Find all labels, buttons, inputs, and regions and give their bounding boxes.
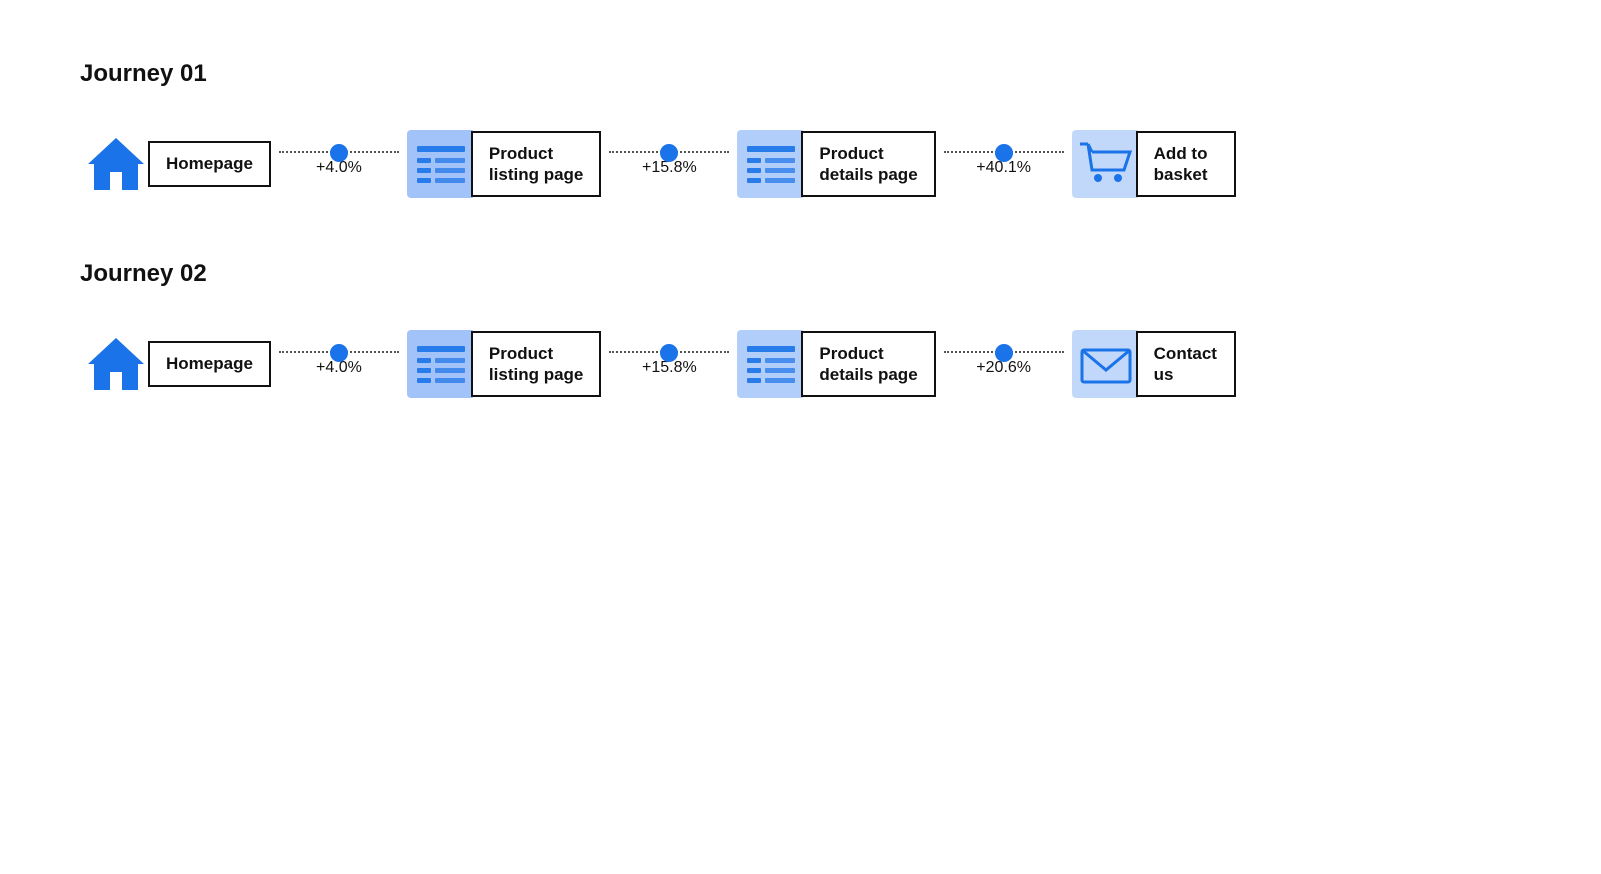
dotted-line: [944, 351, 1064, 353]
step-label-product-listing-2: Product listing page: [471, 331, 601, 398]
cart-icon-add-to-basket: [1072, 130, 1140, 198]
main-container: Journey 01 Homepage +4.0% Product listing…: [0, 0, 1601, 520]
step-homepage-2: Homepage: [80, 328, 271, 400]
step-label-add-to-basket: Add to basket: [1136, 131, 1236, 198]
connector-0-journey-01: +4.0%: [279, 151, 399, 177]
list-icon-product-details-1: [737, 130, 805, 198]
dotted-line: [609, 351, 729, 353]
list-icon-product-listing-2: [407, 330, 475, 398]
dot-line: [944, 351, 1064, 353]
home-icon-homepage-2: [80, 328, 152, 400]
connector-dot: [330, 144, 348, 162]
connector-dot: [660, 344, 678, 362]
journey-02-flow: Homepage +4.0% Product listing page +15.8%…: [80, 328, 1521, 400]
connector-2-journey-01: +40.1%: [944, 151, 1064, 177]
step-label-homepage-2: Homepage: [148, 341, 271, 386]
dot-line: [279, 351, 399, 353]
connector-dot: [330, 344, 348, 362]
dotted-line: [279, 151, 399, 153]
step-label-product-details-1: Product details page: [801, 131, 935, 198]
dotted-line: [609, 151, 729, 153]
step-homepage: Homepage: [80, 128, 271, 200]
step-label-product-details-2: Product details page: [801, 331, 935, 398]
step-product-details-2: Product details page: [737, 330, 935, 398]
dotted-line: [279, 351, 399, 353]
step-label-product-listing-1: Product listing page: [471, 131, 601, 198]
dot-line: [609, 151, 729, 153]
dotted-line: [944, 151, 1064, 153]
dot-line: [279, 151, 399, 153]
step-label-homepage: Homepage: [148, 141, 271, 186]
step-add-to-basket: Add to basket: [1072, 130, 1236, 198]
list-icon-product-listing-1: [407, 130, 475, 198]
connector-dot: [995, 144, 1013, 162]
step-product-listing-2: Product listing page: [407, 330, 601, 398]
dot-line: [609, 351, 729, 353]
dot-line: [944, 151, 1064, 153]
connector-1-journey-02: +15.8%: [609, 351, 729, 377]
envelope-icon-contact-us: [1072, 330, 1140, 398]
journey-01-flow: Homepage +4.0% Product listing page +15.8%…: [80, 128, 1521, 200]
step-product-details-1: Product details page: [737, 130, 935, 198]
connector-2-journey-02: +20.6%: [944, 351, 1064, 377]
connector-dot: [995, 344, 1013, 362]
step-contact-us: Contact us: [1072, 330, 1236, 398]
journey-02: Journey 02 Homepage +4.0% Product listing…: [80, 260, 1521, 400]
step-product-listing-1: Product listing page: [407, 130, 601, 198]
step-label-contact-us: Contact us: [1136, 331, 1236, 398]
journey-02-title: Journey 02: [80, 260, 1521, 288]
list-icon-product-details-2: [737, 330, 805, 398]
journey-01-title: Journey 01: [80, 60, 1521, 88]
home-icon-homepage: [80, 128, 152, 200]
connector-1-journey-01: +15.8%: [609, 151, 729, 177]
connector-dot: [660, 144, 678, 162]
journey-01: Journey 01 Homepage +4.0% Product listing…: [80, 60, 1521, 200]
connector-0-journey-02: +4.0%: [279, 351, 399, 377]
